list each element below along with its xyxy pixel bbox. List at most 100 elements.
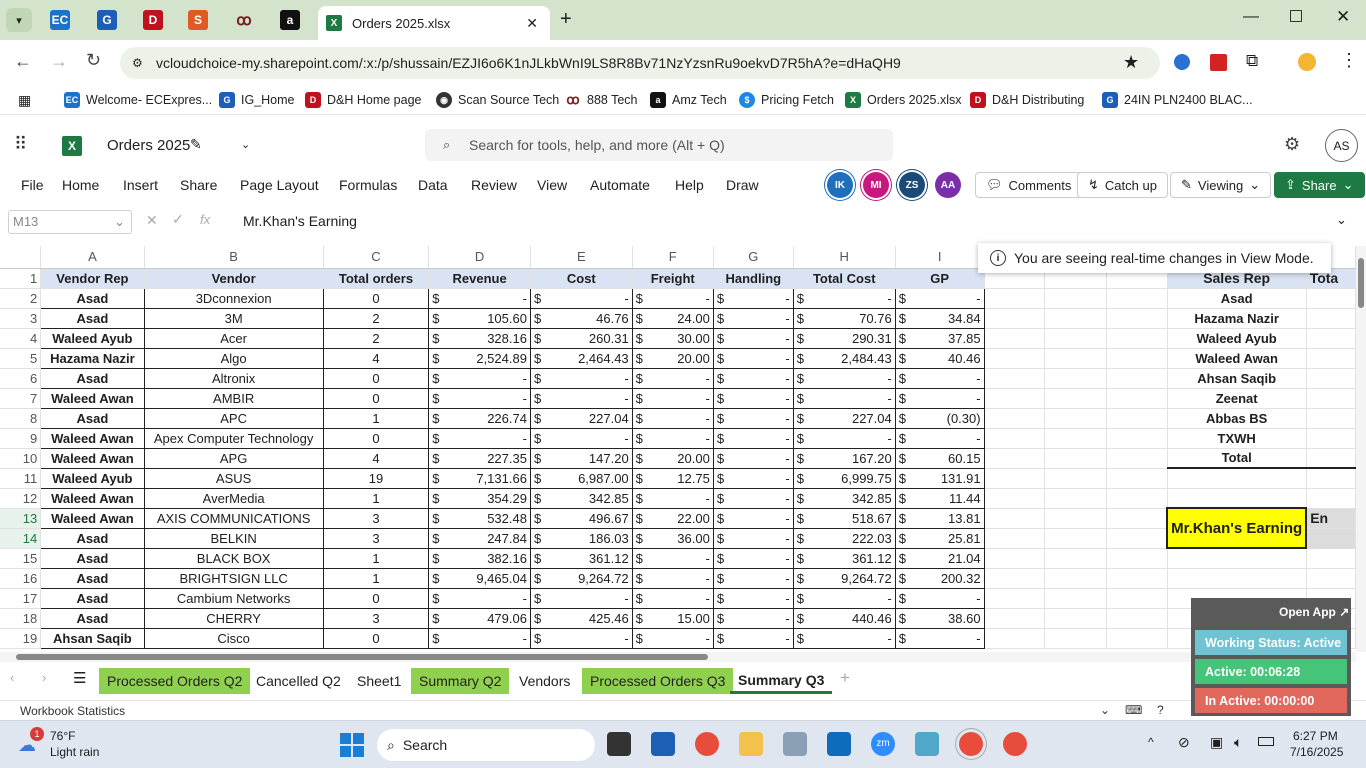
cell-total-orders[interactable]: 3 xyxy=(323,528,430,549)
sheet-tab-processed-orders-q3[interactable]: Processed Orders Q3 xyxy=(582,668,734,694)
search-box[interactable]: ⌕ Search for tools, help, and more (Alt … xyxy=(425,129,893,161)
menu-view[interactable]: View xyxy=(537,177,567,193)
cell-money[interactable]: $ - xyxy=(632,368,714,389)
cell-money[interactable]: $440.46 xyxy=(793,608,896,629)
cell-total-orders[interactable]: 4 xyxy=(323,448,430,469)
cell-money[interactable]: $ - xyxy=(428,388,531,409)
cell-vendor[interactable]: APC xyxy=(144,408,324,429)
cell-money[interactable]: $ - xyxy=(713,628,794,649)
tab-search-button[interactable]: ▾ xyxy=(6,8,32,32)
cell-money[interactable]: $ - xyxy=(793,388,896,409)
user-avatar[interactable]: AS xyxy=(1325,129,1358,162)
column-header[interactable]: D xyxy=(428,246,531,269)
extensions-puzzle-icon[interactable]: ⧉ xyxy=(1246,51,1258,71)
column-header[interactable]: E xyxy=(530,246,633,269)
cell-vendor[interactable]: ASUS xyxy=(144,468,324,489)
column-header[interactable]: H xyxy=(793,246,896,269)
cell-total-orders[interactable]: 2 xyxy=(323,308,430,329)
tray-chevron-icon[interactable]: ^ xyxy=(1148,735,1154,749)
bookmark-orders[interactable]: X Orders 2025.xlsx xyxy=(845,92,961,108)
bookmark-amz[interactable]: a Amz Tech xyxy=(650,92,727,108)
empty-cell[interactable] xyxy=(984,588,1046,609)
cell-money[interactable]: $361.12 xyxy=(793,548,896,569)
cell-money[interactable]: $ - xyxy=(428,428,531,449)
cell-money[interactable]: $46.76 xyxy=(530,308,633,329)
cell-vendor[interactable]: BELKIN xyxy=(144,528,324,549)
zoom-icon[interactable]: zm xyxy=(871,732,895,756)
column-title[interactable]: Freight xyxy=(631,267,714,289)
cell-money[interactable]: $ - xyxy=(632,408,714,429)
cell-vendor-rep[interactable]: Asad xyxy=(40,528,145,549)
cell-money[interactable]: $ - xyxy=(713,388,794,409)
cell-money[interactable]: $ - xyxy=(713,588,794,609)
cell-vendor[interactable]: AverMedia xyxy=(144,488,324,509)
cell-money[interactable]: $227.04 xyxy=(793,408,896,429)
apps-grid-icon[interactable]: ▦ xyxy=(18,92,31,109)
cell-money[interactable]: $ - xyxy=(793,368,896,389)
workbook-statistics[interactable]: Workbook Statistics xyxy=(20,704,125,718)
column-header[interactable]: A xyxy=(40,246,145,269)
catch-up-button[interactable]: ↯ Catch up xyxy=(1077,172,1168,198)
sheet-tab-cancelled-q2[interactable]: Cancelled Q2 xyxy=(248,668,349,694)
cell-money[interactable]: $ - xyxy=(713,568,794,589)
sales-rep-total[interactable] xyxy=(1306,408,1356,429)
empty-cell[interactable] xyxy=(1044,468,1107,489)
select-all-corner[interactable] xyxy=(0,246,42,269)
cell-money[interactable]: $ - xyxy=(713,528,794,549)
empty-cell[interactable] xyxy=(1106,388,1168,409)
empty-cell[interactable] xyxy=(1306,468,1356,489)
empty-cell[interactable] xyxy=(984,388,1046,409)
prev-sheet-icon[interactable]: ‹ xyxy=(10,670,14,685)
sales-rep-cell[interactable]: Zeenat xyxy=(1166,388,1307,409)
cell-vendor[interactable]: Acer xyxy=(144,328,324,349)
forward-icon[interactable]: → xyxy=(50,51,68,72)
empty-cell[interactable] xyxy=(1106,608,1168,629)
empty-cell[interactable] xyxy=(984,348,1046,369)
cell-money[interactable]: $34.84 xyxy=(895,308,985,329)
cell-money[interactable]: $227.35 xyxy=(428,448,531,469)
empty-cell[interactable] xyxy=(1044,388,1107,409)
cell-total-orders[interactable]: 3 xyxy=(323,508,430,529)
weather-widget[interactable]: ☁ 1 76°F Light rain xyxy=(18,727,128,761)
empty-cell[interactable] xyxy=(1044,508,1107,529)
cell-money[interactable]: $6,999.75 xyxy=(793,468,896,489)
sales-rep-cell[interactable]: TXWH xyxy=(1166,428,1307,449)
calculator-icon[interactable] xyxy=(783,732,807,756)
cell-money[interactable]: $ - xyxy=(713,508,794,529)
empty-cell[interactable] xyxy=(1044,588,1107,609)
h-scroll-thumb[interactable] xyxy=(16,654,708,660)
pinned-tab-s[interactable]: S xyxy=(188,10,208,30)
help-icon[interactable]: ? xyxy=(1157,703,1164,717)
empty-cell[interactable] xyxy=(1167,488,1307,509)
display-icon[interactable]: ▣ xyxy=(1210,734,1223,751)
sheet-tab-vendors[interactable]: Vendors xyxy=(511,668,578,694)
cell-money[interactable]: $425.46 xyxy=(530,608,633,629)
earning-value-cell[interactable] xyxy=(1306,528,1356,549)
empty-cell[interactable] xyxy=(984,488,1046,509)
cell-vendor[interactable]: Apex Computer Technology xyxy=(144,428,324,449)
cell-money[interactable]: $24.00 xyxy=(632,308,714,329)
cell-money[interactable]: $ - xyxy=(895,388,985,409)
sheet-tab-summary-q3[interactable]: Summary Q3 xyxy=(730,668,833,694)
cell-money[interactable]: $147.20 xyxy=(530,448,633,469)
cell-money[interactable]: $40.46 xyxy=(895,348,985,369)
cell-total-orders[interactable]: 2 xyxy=(323,328,430,349)
row-header[interactable]: 14 xyxy=(0,528,42,549)
horizontal-scrollbar[interactable] xyxy=(0,652,1356,662)
cell-vendor[interactable]: BLACK BOX xyxy=(144,548,324,569)
cell-money[interactable]: $ - xyxy=(530,428,633,449)
cell-vendor-rep[interactable]: Asad xyxy=(40,548,145,569)
windows-start-icon[interactable] xyxy=(340,733,364,757)
cell-money[interactable]: $ - xyxy=(632,568,714,589)
title-dropdown-icon[interactable]: ⌄ xyxy=(241,138,250,151)
spreadsheet-grid[interactable]: A B C D E F G H I 1 Vendor Rep Vendor Total orders Re… xyxy=(0,246,1356,652)
menu-draw[interactable]: Draw xyxy=(726,177,759,193)
cell-vendor-rep[interactable]: Asad xyxy=(40,408,145,429)
cell-vendor-rep[interactable]: Waleed Awan xyxy=(40,448,145,469)
column-title[interactable]: Revenue xyxy=(428,267,531,289)
empty-cell[interactable] xyxy=(1106,348,1168,369)
cell-total-orders[interactable]: 0 xyxy=(323,288,430,309)
empty-cell[interactable] xyxy=(1044,528,1107,549)
cell-vendor-rep[interactable]: Asad xyxy=(40,368,145,389)
row-header[interactable]: 1 xyxy=(0,268,42,289)
